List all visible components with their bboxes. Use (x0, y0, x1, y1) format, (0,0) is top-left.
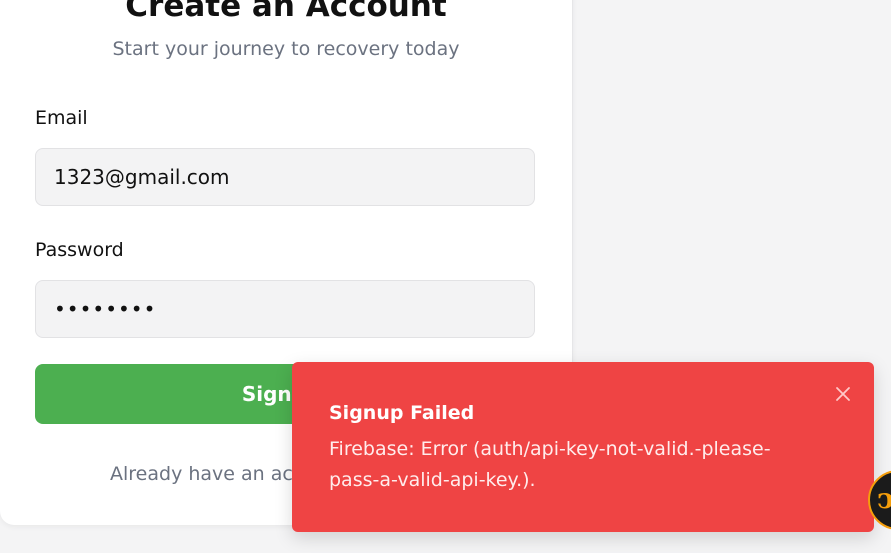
email-field[interactable] (35, 148, 535, 206)
page-title: Create an Account (125, 0, 447, 24)
error-toast: Signup Failed Firebase: Error (auth/api-… (292, 362, 874, 532)
chat-widget-glyph: ↄ (877, 482, 891, 515)
page-subtitle: Start your journey to recovery today (112, 38, 460, 60)
password-field[interactable] (35, 280, 535, 338)
email-label: Email (35, 107, 88, 129)
password-label: Password (35, 239, 124, 261)
toast-message: Firebase: Error (auth/api-key-not-valid.… (329, 438, 771, 491)
toast-title: Signup Failed (329, 402, 475, 424)
page: Create an Account Start your journey to … (0, 0, 891, 553)
close-icon[interactable] (831, 382, 855, 406)
